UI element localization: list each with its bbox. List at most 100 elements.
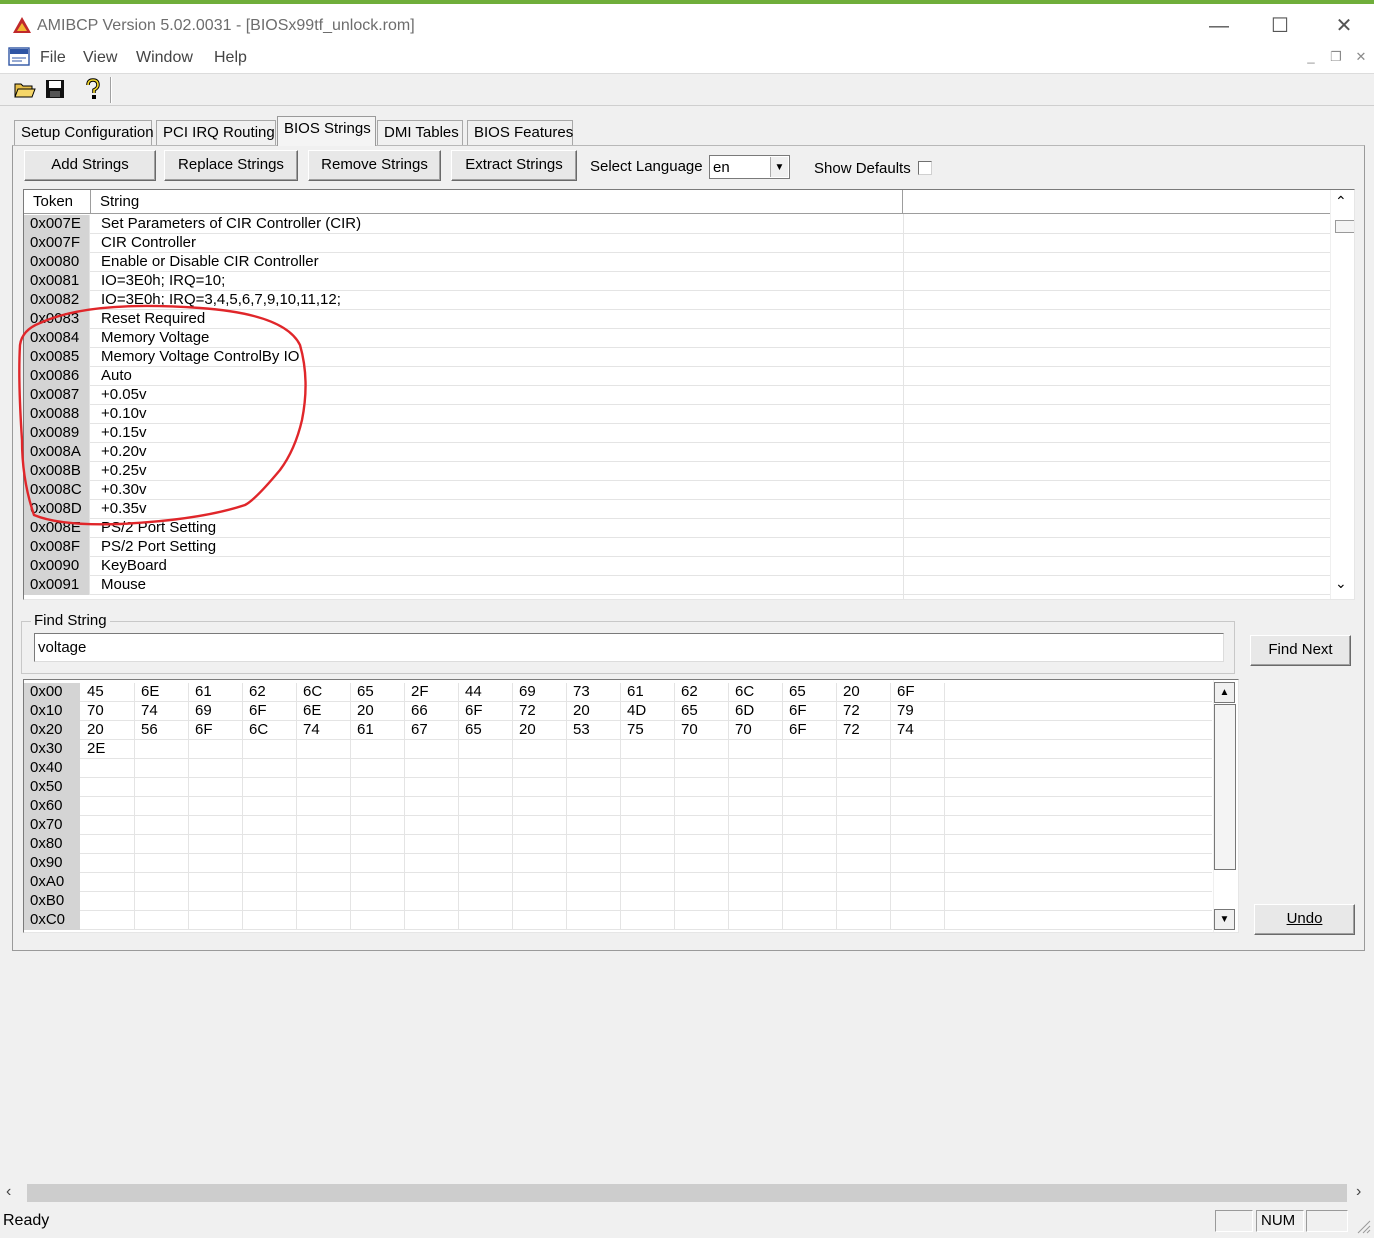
- string-cell[interactable]: CIR Controller: [101, 234, 196, 252]
- table-row[interactable]: 0x0089 +0.15v: [24, 424, 1330, 443]
- hex-byte-cell[interactable]: 56: [135, 721, 189, 740]
- hex-byte-cell[interactable]: 20: [837, 683, 891, 702]
- hex-row[interactable]: 0x20 20 56 6F 6C 74 61 67 65 20 53 75 70 70 6F 72 74: [24, 721, 1212, 740]
- hex-byte-cell[interactable]: 6F: [243, 702, 297, 721]
- hex-byte-cell[interactable]: [297, 835, 351, 854]
- hex-byte-cell[interactable]: 2F: [405, 683, 459, 702]
- hex-byte-cell[interactable]: 70: [729, 721, 783, 740]
- hex-byte-cell[interactable]: [135, 740, 189, 759]
- hex-byte-cell[interactable]: 44: [459, 683, 513, 702]
- token-cell[interactable]: 0x0089: [24, 424, 90, 443]
- hex-byte-cell[interactable]: [621, 854, 675, 873]
- close-button[interactable]: ✕: [1321, 10, 1367, 42]
- hex-byte-cell[interactable]: [243, 740, 297, 759]
- hex-byte-cell[interactable]: 70: [675, 721, 729, 740]
- string-cell[interactable]: KeyBoard: [101, 557, 167, 575]
- hex-byte-cell[interactable]: [135, 759, 189, 778]
- table-row[interactable]: 0x008F PS/2 Port Setting: [24, 538, 1330, 557]
- scroll-up-icon[interactable]: ▲: [1214, 682, 1235, 703]
- table-row[interactable]: 0x0090 KeyBoard: [24, 557, 1330, 576]
- hex-byte-cell[interactable]: [351, 778, 405, 797]
- string-cell[interactable]: Reset Required: [101, 310, 205, 328]
- hex-byte-cell[interactable]: [297, 911, 351, 930]
- hex-byte-cell[interactable]: [837, 873, 891, 892]
- hex-byte-cell[interactable]: [351, 892, 405, 911]
- hex-byte-cell[interactable]: [189, 797, 243, 816]
- hex-byte-cell[interactable]: [513, 759, 567, 778]
- string-cell[interactable]: +0.10v: [101, 405, 146, 423]
- table-row[interactable]: 0x0091 Mouse: [24, 576, 1330, 595]
- hex-byte-cell[interactable]: [513, 778, 567, 797]
- string-cell[interactable]: Mouse: [101, 576, 146, 594]
- hex-byte-cell[interactable]: [513, 854, 567, 873]
- hex-byte-cell[interactable]: [783, 778, 837, 797]
- hex-byte-cell[interactable]: 61: [621, 683, 675, 702]
- table-row[interactable]: 0x0081 IO=3E0h; IRQ=10;: [24, 272, 1330, 291]
- hex-byte-cell[interactable]: [189, 740, 243, 759]
- string-cell[interactable]: Memory Voltage ControlBy IO: [101, 348, 299, 366]
- undo-button[interactable]: Undo: [1254, 904, 1355, 935]
- hex-byte-cell[interactable]: [81, 854, 135, 873]
- hex-byte-cell[interactable]: 65: [351, 683, 405, 702]
- hex-byte-cell[interactable]: 62: [243, 683, 297, 702]
- hex-row[interactable]: 0x10 70 74 69 6F 6E 20 66 6F 72 20 4D 65 6D 6F 72 79: [24, 702, 1212, 721]
- hex-byte-cell[interactable]: 74: [135, 702, 189, 721]
- open-button[interactable]: [12, 76, 38, 102]
- token-cell[interactable]: 0x0081: [24, 272, 90, 291]
- hex-byte-cell[interactable]: [567, 740, 621, 759]
- show-defaults-checkbox[interactable]: [918, 161, 932, 175]
- hex-byte-cell[interactable]: [459, 797, 513, 816]
- hex-byte-cell[interactable]: [351, 835, 405, 854]
- hex-byte-cell[interactable]: [729, 759, 783, 778]
- table-row[interactable]: 0x007E Set Parameters of CIR Controller (…: [24, 215, 1330, 234]
- hex-byte-cell[interactable]: [351, 816, 405, 835]
- hex-byte-cell[interactable]: 69: [189, 702, 243, 721]
- token-cell[interactable]: 0x0091: [24, 576, 90, 595]
- hex-byte-cell[interactable]: [459, 816, 513, 835]
- hex-byte-cell[interactable]: 6C: [729, 683, 783, 702]
- hex-byte-cell[interactable]: [729, 740, 783, 759]
- hex-byte-cell[interactable]: [891, 854, 945, 873]
- hex-byte-cell[interactable]: [243, 797, 297, 816]
- hex-byte-cell[interactable]: [513, 873, 567, 892]
- hex-byte-cell[interactable]: [891, 835, 945, 854]
- token-cell[interactable]: 0x008B: [24, 462, 90, 481]
- hex-byte-cell[interactable]: 6F: [783, 721, 837, 740]
- hex-byte-cell[interactable]: [783, 797, 837, 816]
- string-cell[interactable]: +0.05v: [101, 386, 146, 404]
- hex-byte-cell[interactable]: [675, 778, 729, 797]
- save-button[interactable]: [42, 76, 68, 102]
- hex-byte-cell[interactable]: 6F: [891, 683, 945, 702]
- hex-byte-cell[interactable]: [243, 873, 297, 892]
- scroll-down-icon[interactable]: ▼: [1214, 909, 1235, 930]
- hex-byte-cell[interactable]: 20: [513, 721, 567, 740]
- token-cell[interactable]: 0x0080: [24, 253, 90, 272]
- hex-row[interactable]: 0xB0: [24, 892, 1212, 911]
- hex-byte-cell[interactable]: [351, 911, 405, 930]
- table-row[interactable]: 0x0086 Auto: [24, 367, 1330, 386]
- hex-byte-cell[interactable]: [459, 759, 513, 778]
- string-cell[interactable]: +0.25v: [101, 462, 146, 480]
- hex-byte-cell[interactable]: [837, 816, 891, 835]
- hex-byte-cell[interactable]: [297, 892, 351, 911]
- hex-byte-cell[interactable]: [81, 911, 135, 930]
- mdi-restore-button[interactable]: ❐: [1327, 48, 1345, 66]
- hex-byte-cell[interactable]: [189, 911, 243, 930]
- hex-row[interactable]: 0xA0: [24, 873, 1212, 892]
- token-cell[interactable]: 0x0090: [24, 557, 90, 576]
- hex-byte-cell[interactable]: [675, 740, 729, 759]
- hex-byte-cell[interactable]: [567, 778, 621, 797]
- find-next-button[interactable]: Find Next: [1250, 635, 1351, 666]
- hex-byte-cell[interactable]: [783, 816, 837, 835]
- hex-byte-cell[interactable]: [81, 778, 135, 797]
- token-cell[interactable]: 0x0083: [24, 310, 90, 329]
- hex-byte-cell[interactable]: [783, 759, 837, 778]
- hex-byte-cell[interactable]: [297, 797, 351, 816]
- hex-byte-cell[interactable]: 65: [459, 721, 513, 740]
- hex-byte-cell[interactable]: [297, 873, 351, 892]
- string-cell[interactable]: +0.15v: [101, 424, 146, 442]
- hex-byte-cell[interactable]: [891, 759, 945, 778]
- replace-strings-button[interactable]: Replace Strings: [164, 150, 298, 181]
- token-cell[interactable]: 0x0082: [24, 291, 90, 310]
- hex-byte-cell[interactable]: [891, 778, 945, 797]
